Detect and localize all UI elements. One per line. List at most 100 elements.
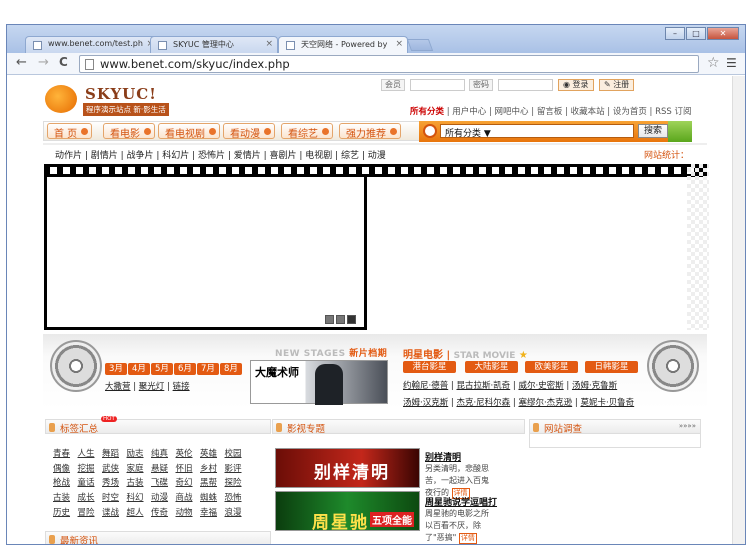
tag-link[interactable]: 人生 (78, 447, 103, 459)
top-links[interactable]: 所有分类 | 用户中心 | 网吧中心 | 留言板 | 收藏本站 | 设为首页 |… (410, 105, 692, 117)
tag-link[interactable]: 校园 (225, 447, 250, 459)
star-link[interactable]: 莫妮卡·贝鲁奇 (580, 398, 634, 408)
nav-recommend[interactable]: 强力推荐 (339, 123, 401, 140)
nav-tv[interactable]: 看电视剧 (158, 123, 220, 140)
tag-link[interactable]: 冒险 (78, 506, 103, 518)
category-links[interactable]: 动作片 | 剧情片 | 战争片 | 科幻片 | 恐怖片 | 爱情片 | 喜剧片 … (55, 148, 386, 161)
nav-variety[interactable]: 看综艺 (281, 123, 333, 140)
nav-home[interactable]: 首 页 (47, 123, 93, 140)
tag-link[interactable]: 黑帮 (200, 476, 225, 488)
search-category-select[interactable]: 所有分类 ▼ (440, 124, 634, 139)
tag-link[interactable]: 枪战 (53, 476, 78, 488)
tag-link[interactable]: 悬疑 (151, 462, 176, 474)
close-tab-icon[interactable]: × (265, 39, 273, 49)
stop-icon[interactable] (336, 315, 345, 324)
tag-link[interactable]: 纯真 (151, 447, 176, 459)
tag-link[interactable]: 成长 (78, 491, 103, 503)
tag-link[interactable]: 偶像 (53, 462, 78, 474)
tag-link[interactable]: 乡村 (200, 462, 225, 474)
star-category-hk[interactable]: 港台影星 (403, 361, 456, 373)
password-input[interactable] (498, 79, 553, 91)
star-link[interactable]: 昆古拉斯·凯奇 (456, 381, 510, 391)
video-player[interactable] (44, 177, 367, 330)
more-link[interactable]: »»»» (679, 422, 696, 430)
reload-icon[interactable]: C (59, 55, 68, 69)
tag-link[interactable]: 秀场 (102, 476, 127, 488)
tag-link[interactable]: 英伦 (176, 447, 201, 459)
link[interactable]: 聚光灯 (139, 382, 165, 392)
star-link[interactable]: 约翰尼·德普 (403, 381, 448, 391)
address-bar[interactable]: www.benet.com/skyuc/index.php (79, 55, 699, 73)
star-names-row[interactable]: 约翰尼·德普 | 昆古拉斯·凯奇 | 威尔·史密斯 | 汤姆·克鲁斯 (403, 379, 617, 391)
tag-link[interactable]: 奇幻 (176, 476, 201, 488)
star-link[interactable]: 汤姆·克鲁斯 (572, 381, 617, 391)
tag-link[interactable]: 家庭 (127, 462, 152, 474)
bookmark-star-icon[interactable]: ☆ (707, 55, 720, 71)
menu-icon[interactable]: ☰ (726, 56, 737, 70)
tag-link[interactable]: 动物 (176, 506, 201, 518)
month-tab[interactable]: 6月 (174, 363, 196, 375)
tag-link[interactable]: 励志 (127, 447, 152, 459)
tag-link[interactable]: 古装 (53, 491, 78, 503)
tag-link[interactable]: 超人 (127, 506, 152, 518)
tag-link[interactable]: 谍战 (102, 506, 127, 518)
register-button[interactable]: ✎ 注册 (599, 79, 635, 91)
back-arrow-icon[interactable]: ← (16, 55, 27, 70)
tag-link[interactable]: 怀旧 (176, 462, 201, 474)
minimize-button[interactable]: – (665, 27, 685, 40)
tag-link[interactable]: 武侠 (102, 462, 127, 474)
star-category-western[interactable]: 欧美影星 (525, 361, 578, 373)
nav-movies[interactable]: 看电影 (103, 123, 155, 140)
forward-arrow-icon[interactable]: → (38, 55, 49, 70)
tag-link[interactable]: 科幻 (127, 491, 152, 503)
nav-anime[interactable]: 看动漫 (223, 123, 275, 140)
tag-link[interactable]: 幸福 (200, 506, 225, 518)
prev-icon[interactable] (325, 315, 334, 324)
tab-skyuc-active[interactable]: 天空网络 - Powered by × (278, 36, 408, 53)
tag-link[interactable]: 挖掘 (78, 462, 103, 474)
tag-link[interactable]: 恐怖 (225, 491, 250, 503)
tag-link[interactable]: 英雄 (200, 447, 225, 459)
topic-title-link[interactable]: 周星驰说学逗唱打 (425, 495, 497, 508)
tab-test[interactable]: www.benet.com/test.ph × (25, 36, 159, 53)
star-category-mainland[interactable]: 大陆影星 (465, 361, 518, 373)
tag-link[interactable]: 商战 (176, 491, 201, 503)
month-tab[interactable]: 7月 (197, 363, 219, 375)
tab-admin[interactable]: SKYUC 管理中心 × (150, 36, 278, 53)
search-button[interactable]: 搜索 (638, 124, 668, 138)
month-tab[interactable]: 3月 (105, 363, 127, 375)
tag-link[interactable]: 传奇 (151, 506, 176, 518)
star-link[interactable]: 汤姆·汉克斯 (403, 398, 448, 408)
month-tab[interactable]: 5月 (151, 363, 173, 375)
close-tab-icon[interactable]: × (395, 39, 403, 49)
tag-link[interactable]: 时空 (102, 491, 127, 503)
new-tab-button[interactable] (406, 39, 434, 51)
topic-title-link[interactable]: 别样清明 (425, 450, 491, 463)
topic-banner-qingming[interactable]: 别样清明 (275, 448, 420, 488)
vertical-scrollbar[interactable] (732, 76, 745, 544)
month-tab[interactable]: 8月 (220, 363, 242, 375)
tag-link[interactable]: 古装 (127, 476, 152, 488)
link[interactable]: 大撒营 (105, 382, 131, 392)
tag-link[interactable]: 蜘蛛 (200, 491, 225, 503)
star-names-row[interactable]: 汤姆·汉克斯 | 杰克·尼科尔森 | 塞缪尔·杰克逊 | 莫妮卡·贝鲁奇 (403, 396, 634, 408)
all-categories-link[interactable]: 所有分类 (410, 107, 444, 117)
star-category-jpkr[interactable]: 日韩影星 (585, 361, 638, 373)
tag-link[interactable]: 飞碟 (151, 476, 176, 488)
link[interactable]: 链接 (173, 382, 190, 392)
star-link[interactable]: 塞缪尔·杰克逊 (518, 398, 572, 408)
tag-link[interactable]: 历史 (53, 506, 78, 518)
topic-banner-stephen-chow[interactable]: 周星驰 五项全能 (275, 491, 420, 531)
tag-link[interactable]: 浪漫 (225, 506, 250, 518)
tag-link[interactable]: 童话 (78, 476, 103, 488)
month-tab[interactable]: 4月 (128, 363, 150, 375)
tag-link[interactable]: 影评 (225, 462, 250, 474)
featured-poster[interactable]: 大魔术师 (250, 360, 388, 405)
star-link[interactable]: 威尔·史密斯 (518, 381, 563, 391)
tag-link[interactable]: 舞蹈 (102, 447, 127, 459)
top-links-rest[interactable]: | 用户中心 | 网吧中心 | 留言板 | 收藏本站 | 设为首页 | RSS … (444, 107, 692, 117)
site-logo[interactable]: SKYUC! (85, 85, 157, 103)
star-link[interactable]: 杰克·尼科尔森 (456, 398, 510, 408)
schedule-links[interactable]: 大撒营 | 聚光灯 | 链接 (105, 380, 190, 392)
login-button[interactable]: ◉ 登录 (558, 79, 594, 91)
